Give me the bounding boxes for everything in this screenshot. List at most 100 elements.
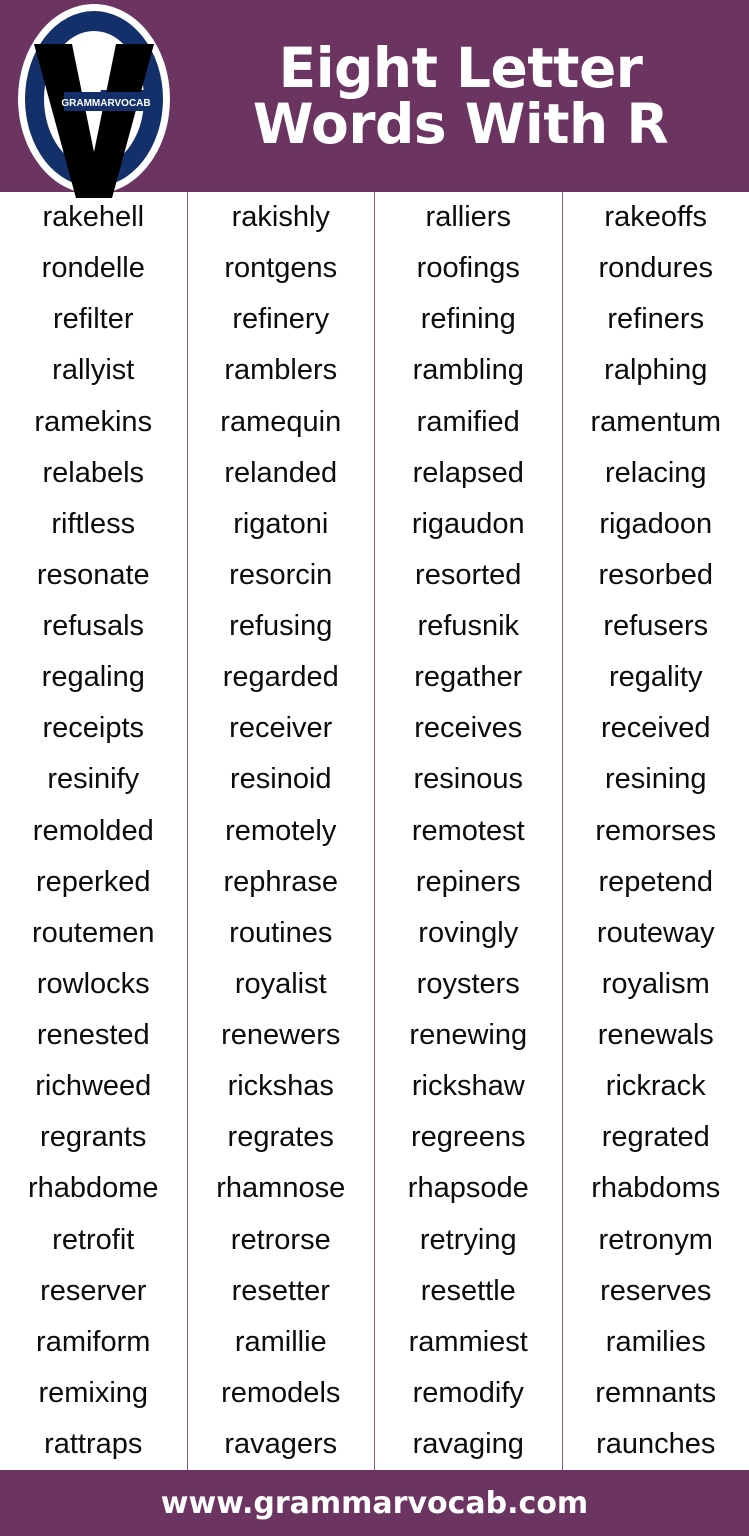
logo-svg: GRAMMARVOCAB	[18, 4, 170, 198]
word-cell: regality	[609, 661, 703, 694]
word-cell: refilter	[52, 303, 134, 336]
page-title-line-2: Words With R	[252, 92, 669, 156]
word-cell: rondures	[598, 252, 713, 285]
word-cell: rhamnose	[216, 1172, 346, 1205]
word-cell: reserver	[40, 1274, 147, 1307]
word-cell: resetter	[231, 1274, 330, 1307]
word-cell: regrated	[601, 1121, 710, 1154]
word-cell: retrorse	[230, 1223, 331, 1256]
word-cell: reserves	[600, 1274, 712, 1307]
word-cell: receives	[414, 712, 523, 745]
word-cell: rhabdoms	[591, 1172, 721, 1205]
word-cell: renewers	[221, 1019, 341, 1052]
word-cell: routines	[229, 916, 333, 949]
word-cell: rakeoffs	[604, 201, 708, 234]
word-cell: rhabdome	[27, 1172, 159, 1205]
word-cell: ravaging	[412, 1428, 524, 1461]
word-cell: remodels	[221, 1376, 341, 1409]
word-cell: richweed	[35, 1070, 152, 1103]
word-cell: rakishly	[231, 201, 330, 234]
word-cell: receiver	[229, 712, 333, 745]
word-cell: receipts	[42, 712, 145, 745]
word-cell: resinoid	[229, 763, 332, 796]
word-cell: retronym	[598, 1223, 713, 1256]
word-cell: royalism	[601, 967, 710, 1000]
word-cell: regarded	[222, 661, 339, 694]
word-cell: regrates	[227, 1121, 334, 1154]
word-cell: remnants	[595, 1376, 717, 1409]
word-column-4: rakeoffs rondures refiners ralphing ramentum…	[563, 192, 749, 1470]
word-cell: remixing	[38, 1376, 149, 1409]
word-cell: rondelle	[41, 252, 145, 285]
word-cell: rephrase	[223, 865, 338, 898]
word-cell: retrofit	[52, 1223, 135, 1256]
word-cell: ramequin	[220, 405, 342, 438]
website-url: www.grammarvocab.com	[160, 1485, 589, 1521]
word-cell: repiners	[415, 865, 521, 898]
word-cell: rovingly	[418, 916, 519, 949]
word-cell: riftless	[51, 507, 136, 540]
word-cell: relacing	[604, 456, 707, 489]
word-cell: remolded	[32, 814, 154, 847]
word-cell: rigadoon	[599, 507, 713, 540]
word-cell: rhapsode	[407, 1172, 529, 1205]
word-cell: retrying	[419, 1223, 517, 1256]
word-cell: rontgens	[224, 252, 338, 285]
page-header: GRAMMARVOCAB Eight Letter Words With R	[0, 0, 749, 198]
word-cell: ralphing	[604, 354, 708, 387]
word-cell: rallyist	[52, 354, 135, 387]
page-title: Eight Letter Words With R	[180, 0, 741, 192]
page-footer: www.grammarvocab.com	[0, 1470, 749, 1536]
word-cell: ramified	[416, 405, 520, 438]
word-cell: relapsed	[412, 456, 524, 489]
word-column-1: rakehell rondelle refilter rallyist ramekins…	[0, 192, 188, 1470]
page-title-line-1: Eight Letter	[278, 35, 643, 100]
word-cell: ramekins	[34, 405, 153, 438]
word-cell: raunches	[596, 1428, 716, 1461]
word-cell: resinify	[47, 763, 140, 796]
word-cell: royalist	[234, 967, 327, 1000]
word-cell: roofings	[416, 252, 520, 285]
word-column-2: rakishly rontgens refinery ramblers ramequin…	[188, 192, 375, 1470]
word-cell: ramblers	[224, 354, 338, 387]
word-cell: regather	[414, 661, 523, 694]
word-cell: renewing	[409, 1019, 528, 1052]
word-cell: reperked	[36, 865, 151, 898]
word-cell: roysters	[416, 967, 520, 1000]
word-cell: rickshaw	[411, 1070, 525, 1103]
word-list-table: rakehell rondelle refilter rallyist ramekins…	[0, 192, 749, 1470]
word-cell: refusers	[603, 610, 709, 643]
word-cell: resining	[604, 763, 707, 796]
word-cell: refining	[420, 303, 516, 336]
word-cell: ramilies	[605, 1325, 706, 1358]
word-cell: rattraps	[44, 1428, 143, 1461]
word-cell: rigatoni	[233, 507, 329, 540]
word-cell: remotely	[225, 814, 337, 847]
word-cell: remodify	[412, 1376, 524, 1409]
word-cell: resorbed	[598, 558, 713, 591]
word-cell: rigaudon	[411, 507, 525, 540]
word-cell: relanded	[224, 456, 338, 489]
word-cell: remorses	[595, 814, 717, 847]
word-cell: refusals	[42, 610, 145, 643]
word-cell: rickrack	[605, 1070, 706, 1103]
word-cell: resonate	[36, 558, 150, 591]
word-cell: ralliers	[425, 201, 511, 234]
poster-page: GRAMMARVOCAB Eight Letter Words With R r…	[0, 0, 749, 1536]
word-cell: ramillie	[234, 1325, 327, 1358]
word-cell: relabels	[42, 456, 145, 489]
word-cell: rambling	[412, 354, 524, 387]
logo-brand-text: GRAMMARVOCAB	[61, 98, 150, 109]
word-cell: regreens	[411, 1121, 526, 1154]
word-cell: refusnik	[417, 610, 520, 643]
word-cell: renested	[36, 1019, 150, 1052]
word-cell: repetend	[598, 865, 714, 898]
word-cell: resinous	[413, 763, 524, 796]
word-cell: rickshas	[227, 1070, 334, 1103]
word-cell: resettle	[420, 1274, 516, 1307]
word-cell: ravagers	[224, 1428, 338, 1461]
word-cell: ramiform	[36, 1325, 151, 1358]
word-cell: resorted	[415, 558, 522, 591]
grammarvocab-logo: GRAMMARVOCAB	[8, 2, 180, 202]
word-cell: regrants	[40, 1121, 147, 1154]
